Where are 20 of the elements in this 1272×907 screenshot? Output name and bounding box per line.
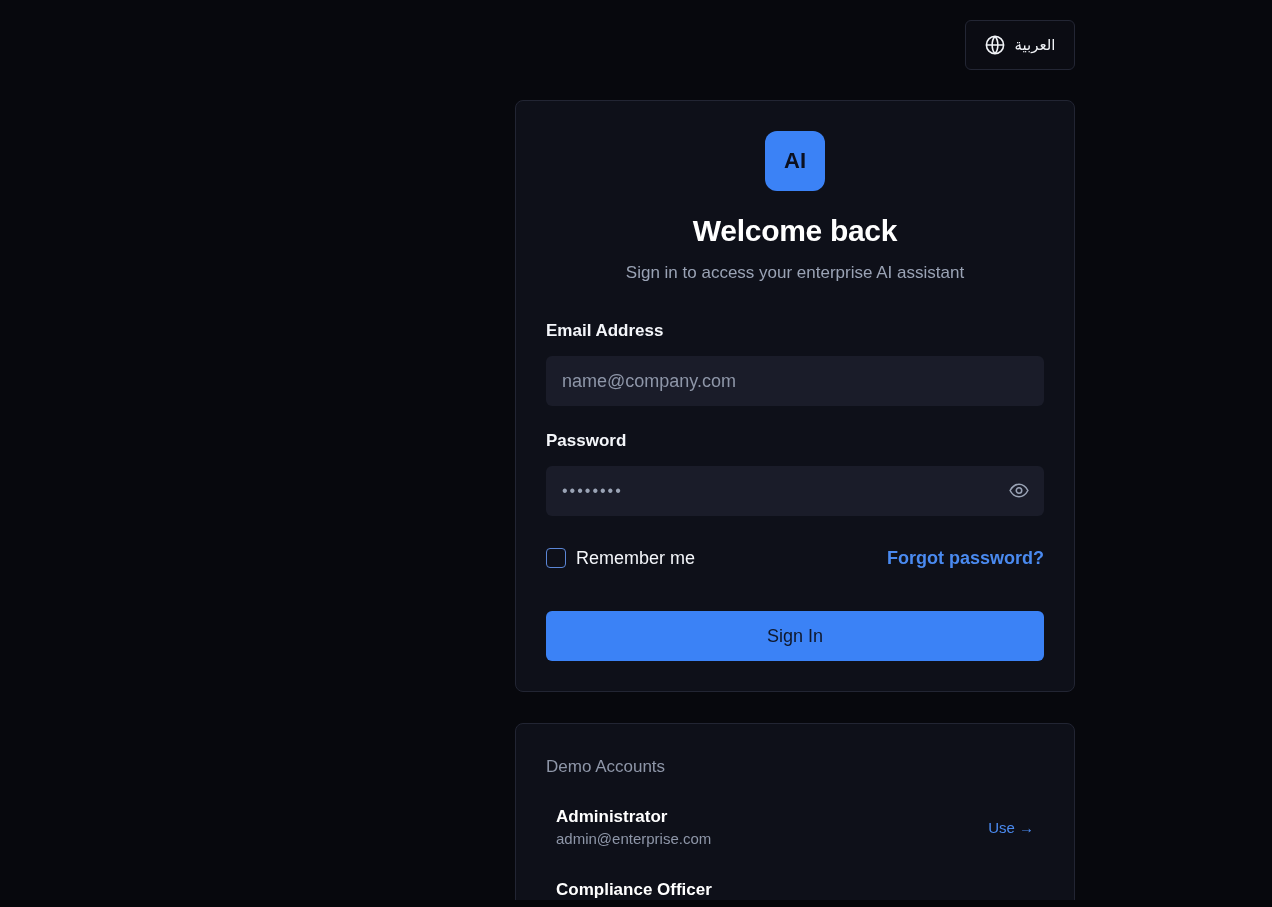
email-label: Email Address <box>546 320 664 342</box>
forgot-password-link[interactable]: Forgot password? <box>887 547 1044 569</box>
account-email: admin@enterprise.com <box>556 829 712 849</box>
use-account-button[interactable]: Use → <box>988 819 1034 836</box>
globe-icon <box>984 35 1005 55</box>
remember-checkbox[interactable] <box>546 548 566 568</box>
email-field[interactable]: name@company.com <box>546 356 1044 406</box>
sign-in-button[interactable]: Sign In <box>546 611 1044 661</box>
demo-accounts-heading: Demo Accounts <box>546 756 667 778</box>
password-field[interactable]: •••••••• <box>546 466 1044 516</box>
eye-icon <box>1009 483 1029 498</box>
account-name: Administrator <box>556 806 669 828</box>
account-name: Compliance Officer <box>556 879 712 900</box>
logo-badge: AI <box>765 131 825 191</box>
show-password-button[interactable] <box>1009 483 1029 498</box>
welcome-title: Welcome back <box>691 213 899 249</box>
subtitle-text: Sign in to access your enterprise AI assistant <box>624 262 966 284</box>
remember-label: Remember me <box>576 547 696 569</box>
password-label: Password <box>546 430 627 452</box>
language-button[interactable]: العربية <box>965 20 1075 70</box>
